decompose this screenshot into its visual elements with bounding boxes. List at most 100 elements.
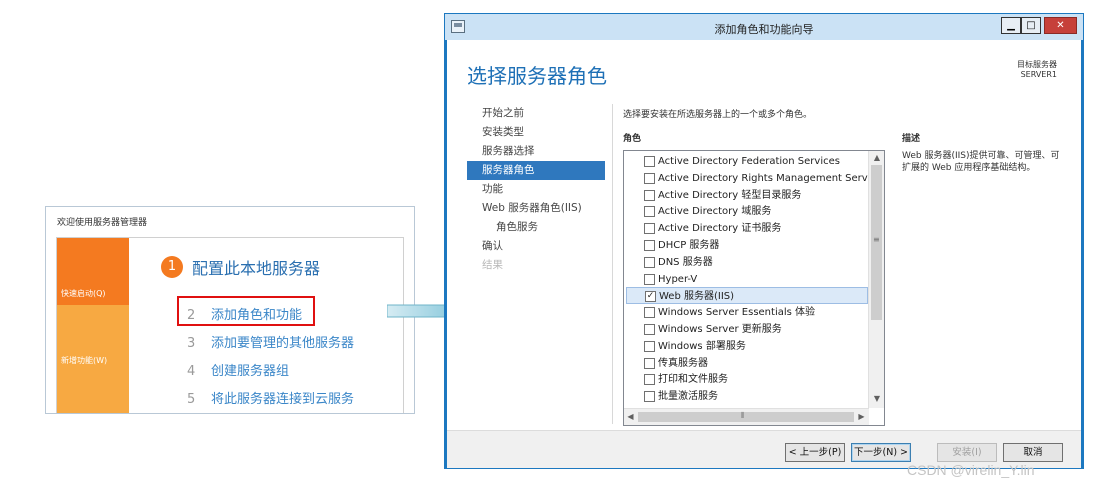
role-label: DHCP 服务器	[658, 240, 720, 251]
step-number: 4	[187, 364, 196, 379]
vertical-scrollbar[interactable]: ▲ ≡ ▼	[868, 151, 884, 408]
role-item[interactable]: 传真服务器	[626, 355, 868, 372]
configure-local-server-link[interactable]: 配置此本地服务器	[192, 255, 320, 279]
welcome-tile: 快速启动(Q) 新增功能(W) 1 配置此本地服务器 2 添加角色和功能 3 添加要…	[56, 237, 404, 413]
scroll-right-icon[interactable]: ▶	[855, 410, 868, 424]
welcome-title: 欢迎使用服务器管理器	[57, 218, 148, 228]
grip-icon: ⦀	[741, 411, 745, 420]
role-label: 批量激活服务	[658, 391, 718, 403]
role-label: Web 服务器(IIS)	[659, 291, 735, 303]
nav-installation-type[interactable]: 安装类型	[467, 123, 605, 142]
checkbox-icon[interactable]	[644, 273, 655, 285]
checkbox-checked-icon[interactable]: ✓	[645, 291, 656, 303]
quick-start-tab[interactable]: 快速启动(Q)	[57, 238, 129, 305]
checkbox-icon[interactable]	[644, 172, 655, 184]
watermark: CSDN @virelin_Y.lin	[907, 462, 1035, 478]
whats-new-tab[interactable]: 新增功能(W)	[57, 305, 129, 413]
highlight-box	[177, 296, 315, 326]
role-item[interactable]: Active Directory 域服务	[626, 203, 868, 220]
scroll-left-icon[interactable]: ◀	[624, 410, 637, 424]
connect-cloud-services-link[interactable]: 5 将此服务器连接到云服务	[187, 388, 354, 407]
horizontal-scrollbar[interactable]: ◀ ⦀ ▶	[624, 408, 869, 425]
description-heading: 描述	[902, 134, 921, 144]
nav-server-selection[interactable]: 服务器选择	[467, 142, 605, 161]
checkbox-icon[interactable]	[644, 307, 655, 319]
role-item[interactable]: DNS 服务器	[626, 254, 868, 271]
target-server-name: SERVER1	[1020, 70, 1057, 79]
checkbox-icon[interactable]	[644, 357, 655, 369]
nav-server-roles[interactable]: 服务器角色	[467, 161, 605, 180]
step-label: 将此服务器连接到云服务	[211, 392, 355, 407]
step-number: 3	[187, 336, 196, 351]
role-item[interactable]: Active Directory 证书服务	[626, 220, 868, 237]
checkbox-icon[interactable]	[644, 223, 655, 235]
role-item[interactable]: Windows Server 更新服务	[626, 321, 868, 338]
role-label: 传真服务器	[658, 357, 708, 369]
close-button[interactable]: ✕	[1044, 17, 1077, 34]
grip-icon: ≡	[873, 235, 880, 244]
quick-start-label: 快速启动(Q)	[61, 289, 106, 298]
role-item[interactable]: ✓ Web 服务器(IIS)	[626, 287, 868, 305]
nav-role-services[interactable]: 角色服务	[467, 218, 605, 237]
role-label: Active Directory Rights Management Servi…	[658, 172, 869, 184]
checkbox-icon[interactable]	[644, 206, 655, 218]
nav-before-you-begin[interactable]: 开始之前	[467, 104, 605, 123]
role-label: Active Directory 域服务	[658, 206, 772, 218]
checkbox-icon[interactable]	[644, 374, 655, 386]
checkbox-icon[interactable]	[644, 324, 655, 335]
role-item[interactable]: 批量激活服务	[626, 388, 868, 405]
role-item[interactable]: Windows Server Essentials 体验	[626, 304, 868, 321]
roles-list: Active Directory Federation Services Acti…	[624, 151, 869, 408]
checkbox-icon[interactable]	[644, 189, 655, 201]
scroll-down-icon[interactable]: ▼	[869, 392, 884, 406]
page-title: 选择服务器角色	[467, 64, 607, 88]
role-label: Active Directory 轻型目录服务	[658, 189, 802, 201]
minimize-button[interactable]: ▁	[1001, 17, 1021, 34]
step-label: 添加要管理的其他服务器	[211, 336, 355, 351]
nav-web-server-role[interactable]: Web 服务器角色(IIS)	[467, 199, 605, 218]
checkbox-icon[interactable]	[644, 340, 655, 352]
horizontal-scroll-thumb[interactable]	[638, 412, 854, 422]
scroll-up-icon[interactable]: ▲	[869, 151, 884, 165]
next-button[interactable]: 下一步(N) >	[851, 443, 911, 462]
wizard-body: 选择服务器角色 目标服务器 SERVER1 开始之前 安装类型 服务器选择 服务…	[447, 40, 1081, 468]
role-item[interactable]: Windows 部署服务	[626, 338, 868, 355]
checkbox-icon[interactable]	[644, 256, 655, 268]
create-server-group-link[interactable]: 4 创建服务器组	[187, 360, 289, 379]
nav-confirmation[interactable]: 确认	[467, 237, 605, 256]
nav-features[interactable]: 功能	[467, 180, 605, 199]
description-text: Web 服务器(IIS)提供可靠、可管理、可扩展的 Web 应用程序基础结构。	[902, 151, 1060, 173]
step-label: 创建服务器组	[211, 364, 290, 379]
maximize-button[interactable]: □	[1021, 17, 1041, 34]
window-title: 添加角色和功能向导	[714, 23, 814, 36]
role-label: 打印和文件服务	[658, 374, 728, 386]
install-button: 安装(I)	[937, 443, 997, 462]
role-label: Active Directory Federation Services	[658, 156, 840, 167]
wizard-nav: 开始之前 安装类型 服务器选择 服务器角色 功能 Web 服务器角色(IIS) …	[467, 104, 605, 275]
role-label: Windows Server Essentials 体验	[658, 307, 816, 319]
role-item[interactable]: 打印和文件服务	[626, 371, 868, 388]
whats-new-label: 新增功能(W)	[61, 356, 108, 365]
role-label: Windows Server 更新服务	[658, 324, 782, 335]
role-item[interactable]: Hyper-V	[626, 271, 868, 288]
role-label: Hyper-V	[658, 273, 698, 285]
add-other-servers-link[interactable]: 3 添加要管理的其他服务器	[187, 332, 354, 351]
cancel-button[interactable]: 取消	[1003, 443, 1063, 462]
checkbox-icon[interactable]	[644, 156, 655, 167]
add-roles-wizard-window: 添加角色和功能向导 ▁ □ ✕ 选择服务器角色 目标服务器 SERVER1 开始…	[444, 13, 1084, 469]
checkbox-icon[interactable]	[644, 391, 655, 403]
role-item[interactable]: DHCP 服务器	[626, 237, 868, 254]
server-manager-welcome-panel: 欢迎使用服务器管理器 快速启动(Q) 新增功能(W) 1 配置此本地服务器 2添…	[45, 206, 415, 414]
target-server-label: 目标服务器	[1017, 60, 1057, 69]
role-item[interactable]: Active Directory Federation Services	[626, 153, 868, 170]
nav-divider	[612, 104, 613, 424]
roles-listbox[interactable]: Active Directory Federation Services Acti…	[623, 150, 885, 426]
previous-button[interactable]: < 上一步(P)	[785, 443, 845, 462]
title-bar[interactable]: 添加角色和功能向导 ▁ □ ✕	[445, 14, 1083, 40]
role-item[interactable]: Active Directory Rights Management Servi…	[626, 170, 869, 187]
step-1-badge: 1	[161, 256, 183, 278]
checkbox-icon[interactable]	[644, 240, 655, 251]
step-number: 5	[187, 392, 196, 407]
role-item[interactable]: Active Directory 轻型目录服务	[626, 187, 868, 204]
role-label: Active Directory 证书服务	[658, 223, 782, 235]
